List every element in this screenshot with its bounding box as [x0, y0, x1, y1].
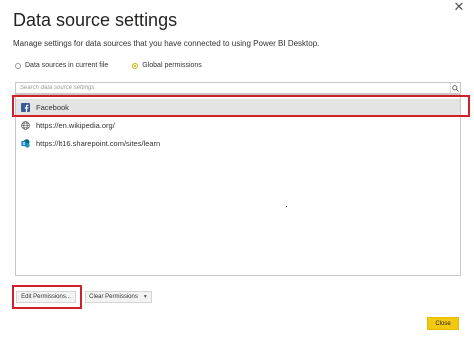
clear-permissions-button[interactable]: Clear Permissions ▼ [85, 291, 152, 303]
facebook-icon [21, 102, 30, 112]
dialog-description: Manage settings for data sources that yo… [13, 39, 320, 48]
search-icon[interactable] [450, 83, 460, 93]
radio-current-file[interactable]: Data sources in current file [15, 62, 108, 69]
radio-label: Global permissions [142, 62, 202, 69]
dot-mark [286, 206, 287, 207]
radio-global-permissions[interactable]: Global permissions [132, 62, 202, 69]
close-button[interactable]: Close [427, 317, 459, 330]
list-item-label: https://en.wikipedia.org/ [36, 120, 115, 130]
chevron-down-icon[interactable]: ▼ [143, 294, 148, 300]
edit-permissions-button[interactable]: Edit Permissions... [16, 291, 76, 303]
search-input[interactable] [16, 83, 450, 93]
list-item-label: https://lt16.sharepoint.com/sites/learn [36, 138, 161, 148]
list-item-label: Facebook [36, 102, 69, 112]
close-icon[interactable]: ✕ [450, 0, 468, 14]
sharepoint-icon: S [21, 138, 30, 148]
list-item-wikipedia[interactable]: https://en.wikipedia.org/ [16, 117, 460, 133]
search-box [15, 82, 461, 94]
radio-button[interactable] [132, 62, 139, 69]
edit-permissions-label: Edit Permissions... [21, 294, 71, 300]
clear-permissions-label: Clear Permissions [89, 294, 138, 300]
data-source-list[interactable]: Facebook https://en.wikipedia.org/ S htt… [15, 94, 461, 276]
list-item-sharepoint[interactable]: S https://lt16.sharepoint.com/sites/lear… [16, 135, 460, 151]
radio-button[interactable] [15, 62, 21, 69]
dialog-title: Data source settings [13, 10, 178, 30]
close-button-label: Close [435, 320, 451, 327]
radio-label: Data sources in current file [25, 62, 109, 69]
globe-icon [21, 120, 30, 130]
svg-text:S: S [22, 141, 25, 146]
scope-radio-group: Data sources in current file Global perm… [15, 62, 226, 69]
list-item-facebook[interactable]: Facebook [16, 99, 460, 115]
